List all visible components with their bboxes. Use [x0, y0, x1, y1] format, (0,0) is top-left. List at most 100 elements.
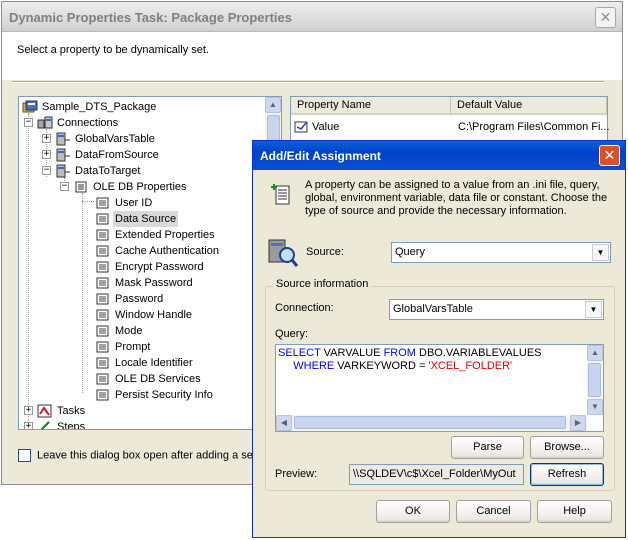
scroll-right-arrow-icon[interactable]: ▶ — [570, 415, 586, 431]
refresh-button[interactable]: Refresh — [530, 463, 604, 486]
tree-line — [82, 201, 94, 202]
preview-value: \\SQLDEV\c$\Xcel_Folder\MyOut — [353, 468, 516, 480]
chevron-down-icon[interactable]: ▼ — [592, 244, 609, 261]
column-header-default-value[interactable]: Default Value — [451, 97, 607, 115]
source-label: Source: — [306, 246, 344, 258]
query-editor[interactable]: SELECT VARVALUE FROM DBO.VARIABLEVALUES … — [275, 344, 604, 432]
connection-icon — [55, 132, 71, 146]
tree-line — [82, 193, 83, 393]
property-icon — [95, 292, 111, 306]
connection-icon — [55, 164, 71, 178]
cancel-button[interactable]: Cancel — [456, 500, 531, 523]
property-name-cell: Value — [312, 121, 340, 133]
ok-button[interactable]: OK — [376, 500, 450, 523]
query-horizontal-scrollbar[interactable]: ◀ ▶ — [276, 415, 587, 431]
expand-toggle[interactable]: + — [42, 134, 51, 143]
tree-item-mask-password[interactable]: Mask Password — [95, 275, 195, 291]
property-icon — [95, 388, 111, 402]
tree-line — [28, 113, 29, 423]
tree-item-persist-security-info[interactable]: Persist Security Info — [95, 387, 215, 403]
outer-close-button[interactable]: ✕ — [595, 7, 616, 28]
source-value: Query — [395, 246, 425, 258]
tree-item-prompt[interactable]: Prompt — [95, 339, 152, 355]
tree-item-data-source[interactable]: Data Source — [95, 211, 179, 227]
preview-label: Preview: — [275, 468, 318, 480]
outer-header-panel: Select a property to be dynamically set. — [2, 32, 622, 80]
sql-keyword: FROM — [383, 347, 416, 359]
property-icon — [95, 212, 111, 226]
tree-item-steps[interactable]: + Steps — [24, 419, 87, 429]
collapse-toggle[interactable]: − — [60, 182, 69, 191]
chevron-down-icon[interactable]: ▼ — [585, 301, 602, 318]
sql-keyword: WHERE — [293, 360, 335, 372]
tree-item-window-handle[interactable]: Window Handle — [95, 307, 194, 323]
steps-icon — [37, 420, 53, 429]
leave-open-option[interactable]: Leave this dialog box open after adding … — [18, 449, 261, 462]
table-row[interactable]: Value C:\Program Files\Common Fi... — [294, 118, 610, 136]
connection-icon — [55, 148, 71, 162]
outer-instruction: Select a property to be dynamically set. — [17, 44, 209, 56]
parse-button[interactable]: Parse — [451, 436, 524, 459]
connection-label: Connection: — [275, 302, 334, 314]
query-vertical-scrollbar[interactable]: ▲ ▼ — [587, 345, 603, 415]
property-icon — [95, 260, 111, 274]
tree-item-cache-authentication[interactable]: Cache Authentication — [95, 243, 221, 259]
scroll-down-arrow-icon[interactable]: ▼ — [587, 399, 603, 415]
sql-text: VARKEYWORD = — [334, 360, 429, 372]
outer-title-bar[interactable]: Dynamic Properties Task: Package Propert… — [2, 2, 622, 32]
assignment-icon — [267, 181, 293, 209]
tree-item-tasks[interactable]: + Tasks — [24, 403, 87, 419]
tree-item-package[interactable]: Sample_DTS_Package — [22, 99, 158, 115]
tree-item-connections[interactable]: − Connections — [24, 115, 120, 131]
scroll-up-arrow-icon[interactable]: ▲ — [587, 345, 603, 361]
tree-item-password[interactable]: Password — [95, 291, 165, 307]
tree-item-globalvarstable[interactable]: + GlobalVarsTable — [42, 131, 157, 147]
leave-open-checkbox[interactable] — [18, 449, 31, 462]
query-text[interactable]: SELECT VARVALUE FROM DBO.VARIABLEVALUES … — [278, 347, 542, 373]
preview-field: \\SQLDEV\c$\Xcel_Folder\MyOut — [349, 464, 524, 485]
property-icon — [95, 372, 111, 386]
scroll-thumb[interactable] — [294, 416, 566, 429]
tree-item-oledb-properties[interactable]: − OLE DB Properties — [60, 179, 189, 195]
tree-item-datafromsource[interactable]: + DataFromSource — [42, 147, 161, 163]
property-icon — [95, 276, 111, 290]
inner-title-bar[interactable]: Add/Edit Assignment ✕ — [253, 141, 625, 170]
outer-dialog-title: Dynamic Properties Task: Package Propert… — [9, 10, 292, 25]
sql-text: DBO.VARIABLEVALUES — [415, 347, 542, 359]
source-dropdown[interactable]: Query ▼ — [391, 242, 611, 263]
properties-icon — [73, 180, 89, 194]
help-button[interactable]: Help — [537, 500, 612, 523]
tasks-icon — [37, 404, 53, 418]
collapse-toggle[interactable]: − — [24, 118, 33, 127]
scroll-left-arrow-icon[interactable]: ◀ — [276, 415, 292, 431]
tree-item-datatotarget[interactable]: − DataToTarget — [42, 163, 142, 179]
property-icon — [95, 196, 111, 210]
inner-dialog-title: Add/Edit Assignment — [260, 149, 381, 163]
browse-button[interactable]: Browse... — [530, 436, 604, 459]
scroll-up-arrow-icon[interactable]: ▲ — [265, 97, 281, 113]
scroll-thumb[interactable] — [588, 363, 601, 397]
source-database-icon — [267, 237, 299, 269]
sql-text: VARVALUE — [320, 347, 384, 359]
package-icon — [22, 100, 38, 114]
tree-item-user-id[interactable]: User ID — [95, 195, 154, 211]
connection-value: GlobalVarsTable — [393, 303, 473, 315]
connection-dropdown[interactable]: GlobalVarsTable ▼ — [389, 299, 604, 320]
query-label: Query: — [275, 328, 309, 340]
column-header-property-name[interactable]: Property Name — [291, 97, 451, 115]
tree-item-mode[interactable]: Mode — [95, 323, 145, 339]
collapse-toggle[interactable]: − — [42, 166, 51, 175]
expand-toggle[interactable]: + — [42, 150, 51, 159]
tree-item-locale-identifier[interactable]: Locale Identifier — [95, 355, 195, 371]
tree-item-encrypt-password[interactable]: Encrypt Password — [95, 259, 206, 275]
property-icon — [95, 244, 111, 258]
connections-icon — [37, 116, 53, 130]
tree-item-oledb-services[interactable]: OLE DB Services — [95, 371, 203, 387]
package-tree[interactable]: Sample_DTS_Package − Connections + Globa… — [18, 96, 282, 430]
inner-close-button[interactable]: ✕ — [599, 145, 620, 166]
expand-toggle[interactable]: + — [24, 406, 33, 415]
tree-item-extended-properties[interactable]: Extended Properties — [95, 227, 217, 243]
outer-separator — [12, 81, 604, 83]
property-icon — [95, 324, 111, 338]
expand-toggle[interactable]: + — [24, 422, 33, 429]
